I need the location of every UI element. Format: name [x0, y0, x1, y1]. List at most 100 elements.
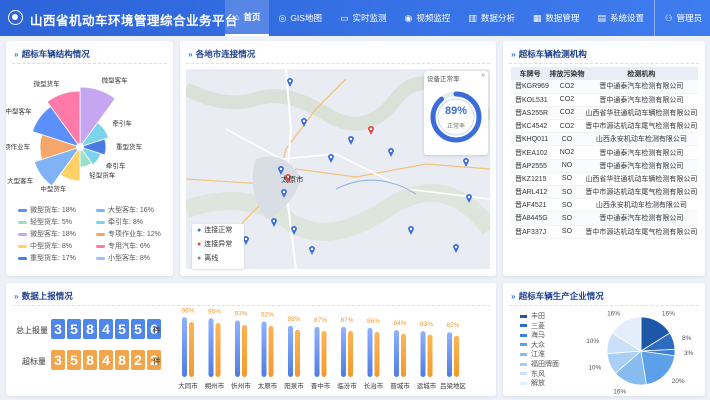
counter-digit: 3 [51, 350, 65, 370]
top-bar: 山西省机动车环境管理综合业务平台 ⌂ 首页 ◎ GIS地图 ▭ 实时监测 ◉ 视频监控 ▥ 数据分… [0, 0, 710, 36]
table-header: 排放污染物 [549, 67, 585, 80]
pie-label: 20% [672, 378, 685, 385]
bar [268, 325, 274, 377]
bar [208, 318, 214, 377]
bar [374, 331, 380, 377]
table-row[interactable]: 晋KOL531 CO2 晋中通泰汽车检测有限公司 [511, 93, 698, 107]
tick-label: 临汾市 [337, 381, 357, 390]
map-legend-item: ● 离线 [197, 255, 219, 262]
nav-item-0[interactable]: ⌂ 首页 [225, 0, 270, 36]
table-cell: 晋中通泰汽车检测有限公司 [584, 145, 698, 160]
bar-value: 96% [181, 307, 194, 314]
legend-item: 专用汽车: 6% [96, 241, 150, 251]
pin-icon: ● [197, 227, 202, 234]
collapse-icon[interactable]: » [481, 72, 485, 79]
legend-item: 解放 [520, 379, 559, 389]
tick-label: 长治市 [364, 381, 384, 390]
counter-digit: 5 [131, 319, 145, 339]
table-cell: 晋中市源达机动车尾气检测有限公司 [584, 225, 698, 239]
pie-label: 10% [586, 338, 599, 345]
table-row[interactable]: 晋AF4521 SO 山西永安机动车检测有限公司 [511, 198, 698, 213]
counter-digit: 5 [67, 319, 81, 339]
table-row[interactable]: 晋KC4542 CO2 晋中市源达机动车尾气检测有限公司 [511, 119, 698, 134]
table-cell: 晋KEA102 [511, 145, 550, 160]
table-row[interactable]: 晋ARL412 SO 晋中市源达机动车尾气检测有限公司 [511, 185, 698, 200]
logo-icon [8, 10, 23, 25]
counter-digit: 3 [51, 319, 65, 339]
table-cell: 山西省华驻通机动车辆检测有限公司 [584, 106, 698, 121]
bar [242, 324, 247, 377]
counter-digit: 4 [99, 350, 113, 370]
counter-digit: 2 [131, 350, 145, 370]
nav-label: 数据管理 [545, 13, 580, 23]
legend-item: 小型客车: 8% [96, 253, 150, 263]
gauge-ring [430, 91, 482, 143]
table-cell: SO [549, 211, 585, 226]
table-row[interactable]: 晋AF337J SO 晋中市源达机动车尾气检测有限公司 [511, 225, 698, 239]
total-unit: 件 [153, 326, 161, 335]
table-cell: SO [549, 172, 585, 187]
bar [401, 333, 406, 377]
table-row[interactable]: 晋A8445G SO 晋中通泰汽车检测有限公司 [511, 211, 698, 226]
table-row[interactable]: 晋KGR969 CO2 晋中通泰汽车检测有限公司 [511, 80, 698, 94]
table-row[interactable]: 晋AP2555 NO 晋中通泰汽车检测有限公司 [511, 159, 698, 173]
tick-label: 太原市 [258, 381, 278, 390]
nav-item-2[interactable]: ▭ 实时监测 [331, 0, 396, 36]
table-header: 检测机构 [584, 67, 698, 80]
table-cell: 晋KC4542 [511, 119, 550, 134]
table-row[interactable]: 晋KEA102 NO2 晋中通泰汽车检测有限公司 [511, 145, 698, 160]
nav-item-3[interactable]: ◉ 视频监控 [396, 0, 460, 36]
nav-item-4[interactable]: ▥ 数据分析 [459, 0, 524, 36]
user-menu[interactable]: ⚇ 管理员 [653, 0, 702, 36]
table-cell: 山西永安机动车检测有限公司 [584, 132, 698, 147]
rose-label: 微型货车 [34, 79, 61, 88]
over-counter: 3584822 [51, 350, 161, 370]
tick-label: 运城市 [417, 381, 437, 390]
table-cell: 晋中通泰汽车检测有限公司 [584, 211, 698, 226]
table-row[interactable]: 晋KZ1215 SO 山西省华驻通机动车辆检测有限公司 [511, 172, 698, 187]
map-legend-item: ● 连接正常 [197, 227, 233, 234]
counter-digit: 4 [99, 319, 113, 339]
chevron-icon: » [511, 49, 516, 59]
bar [394, 330, 399, 377]
bar [420, 331, 426, 377]
camera-icon: ◉ [404, 12, 413, 23]
bar-value: 86% [367, 318, 380, 325]
chevron-icon: » [14, 291, 19, 301]
panel-title: 超标车辆结构情况 [21, 49, 90, 59]
panel-title: 数据上报情况 [21, 291, 73, 301]
legend-item: 轻型货车: 5% [18, 217, 72, 227]
tick-label: 朔州市 [205, 381, 225, 390]
nav-item-6[interactable]: ▤ 系统设置 [588, 0, 653, 36]
pin-icon: ● [197, 255, 202, 262]
home-icon: ⌂ [234, 12, 240, 22]
pie-label: 16% [662, 310, 675, 317]
legend-item: 微型货车: 18% [18, 205, 76, 215]
rose-label: 牵引车 [112, 118, 132, 127]
tick-label: 吕梁地区 [440, 381, 467, 390]
bar [348, 330, 353, 377]
table-row[interactable]: 晋KHQ011 CO 山西永安机动车检测有限公司 [511, 132, 698, 147]
table-cell: NO [549, 159, 585, 173]
manufacturer-legend: 丰田 三菱 海马 大众 江淮 福田牌面 东风 解放 [520, 312, 559, 389]
nav-item-1[interactable]: ◎ GIS地图 [269, 0, 331, 36]
table-cell: 晋AS255R [511, 106, 550, 121]
pie-label: 8% [682, 335, 692, 342]
nav-label: 系统设置 [609, 13, 644, 23]
rose-label: 重型货车 [116, 142, 143, 151]
pie-label: 10% [588, 365, 601, 372]
nav-item-5[interactable]: ▦ 数据管理 [524, 0, 589, 36]
nav-label: 实时监测 [352, 13, 387, 23]
legend-item: 中型货车: 8% [18, 241, 72, 251]
counter-digit: 8 [83, 319, 97, 339]
bar [189, 322, 194, 377]
pie-label: 16% [613, 388, 626, 395]
map-legend: ● 连接正常 ● 连接异常 ● 离线 [192, 224, 244, 269]
bar [321, 330, 327, 377]
chevron-icon: » [14, 49, 19, 59]
counter-digit: 5 [67, 350, 81, 370]
table-cell: 晋KGR969 [511, 80, 550, 94]
bar-value: 95% [208, 308, 221, 315]
total-counter: 3584556 [51, 319, 161, 339]
table-row[interactable]: 晋AS255R CO2 山西省华驻通机动车辆检测有限公司 [511, 106, 698, 121]
